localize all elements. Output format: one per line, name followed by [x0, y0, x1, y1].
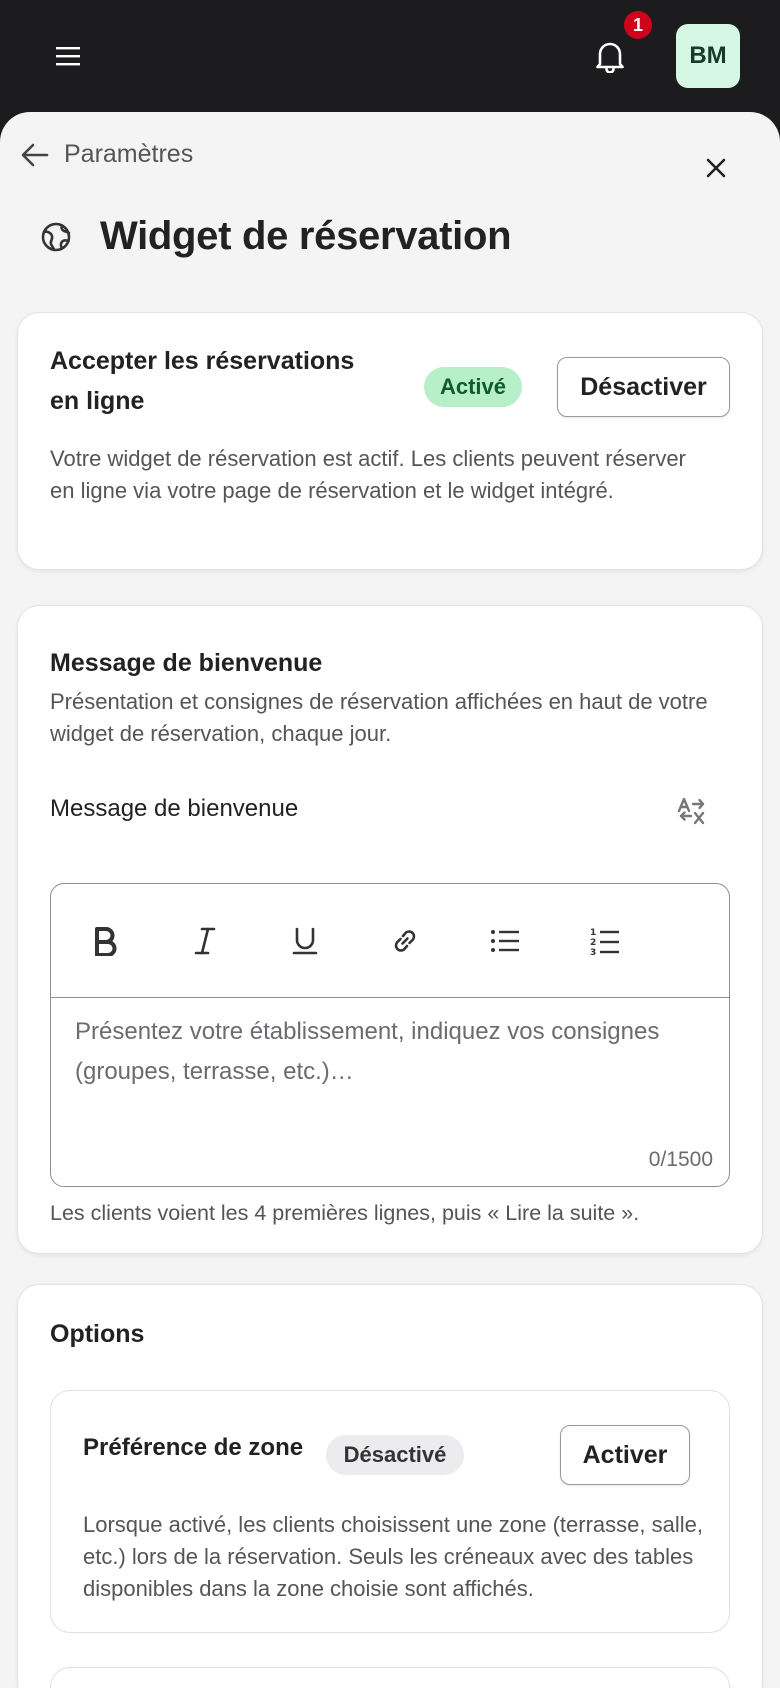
- user-avatar[interactable]: BM: [676, 24, 740, 88]
- page-title: Widget de réservation: [100, 214, 512, 258]
- deactivate-button[interactable]: Désactiver: [557, 357, 730, 417]
- welcome-helper-text: Les clients voient les 4 premières ligne…: [50, 1201, 640, 1225]
- page-header: Widget de réservation: [40, 214, 512, 259]
- status-badge-inactive: Désactivé: [326, 1435, 464, 1475]
- online-booking-card: Accepter les réservations en ligne Activ…: [17, 312, 763, 570]
- activate-button[interactable]: Activer: [560, 1425, 690, 1485]
- zone-preference-option: Préférence de zone Désactivé Activer Lor…: [50, 1390, 730, 1633]
- close-icon[interactable]: [700, 152, 732, 184]
- top-bar: 1 BM: [0, 0, 780, 112]
- rich-text-editor: 123 Présentez votre établissement, indiq…: [50, 883, 730, 1187]
- zone-preference-title: Préférence de zone: [83, 1434, 304, 1461]
- character-counter: 0/1500: [648, 1148, 713, 1171]
- options-card: Options Préférence de zone Désactivé Act…: [17, 1284, 763, 1688]
- bold-icon[interactable]: [81, 917, 129, 965]
- svg-text:1: 1: [590, 928, 596, 938]
- back-link[interactable]: Paramètres: [20, 140, 193, 169]
- translate-icon[interactable]: [672, 793, 712, 829]
- editor-content[interactable]: Présentez votre établissement, indiquez …: [75, 1012, 695, 1092]
- options-title: Options: [50, 1320, 145, 1348]
- online-booking-title: Accepter les réservations en ligne: [50, 347, 355, 415]
- welcome-description: Présentation et consignes de réservation…: [50, 689, 708, 746]
- zone-preference-description: Lorsque activé, les clients choisissent …: [83, 1512, 703, 1601]
- bullet-list-icon[interactable]: [481, 917, 529, 965]
- svg-text:2: 2: [590, 938, 596, 948]
- welcome-field-label: Message de bienvenue: [50, 795, 299, 822]
- italic-icon[interactable]: [181, 917, 229, 965]
- settings-sheet: Paramètres Widget de réservation Accepte…: [0, 112, 780, 1688]
- globe-icon: [41, 222, 71, 251]
- svg-text:3: 3: [590, 948, 596, 956]
- editor-toolbar: 123: [51, 884, 729, 998]
- back-label: Paramètres: [64, 140, 194, 168]
- status-badge-active: Activé: [424, 367, 522, 407]
- welcome-title: Message de bienvenue: [50, 649, 323, 677]
- arrow-left-icon: [21, 143, 49, 166]
- next-option: [50, 1667, 730, 1688]
- bell-icon[interactable]: [588, 34, 632, 78]
- underline-icon[interactable]: [281, 917, 329, 965]
- numbered-list-icon[interactable]: 123: [581, 917, 629, 965]
- menu-icon[interactable]: [50, 38, 86, 74]
- online-booking-description: Votre widget de réservation est actif. L…: [50, 446, 686, 503]
- welcome-message-card: Message de bienvenue Présentation et con…: [17, 605, 763, 1254]
- link-icon[interactable]: [381, 917, 429, 965]
- notification-badge: 1: [624, 11, 652, 39]
